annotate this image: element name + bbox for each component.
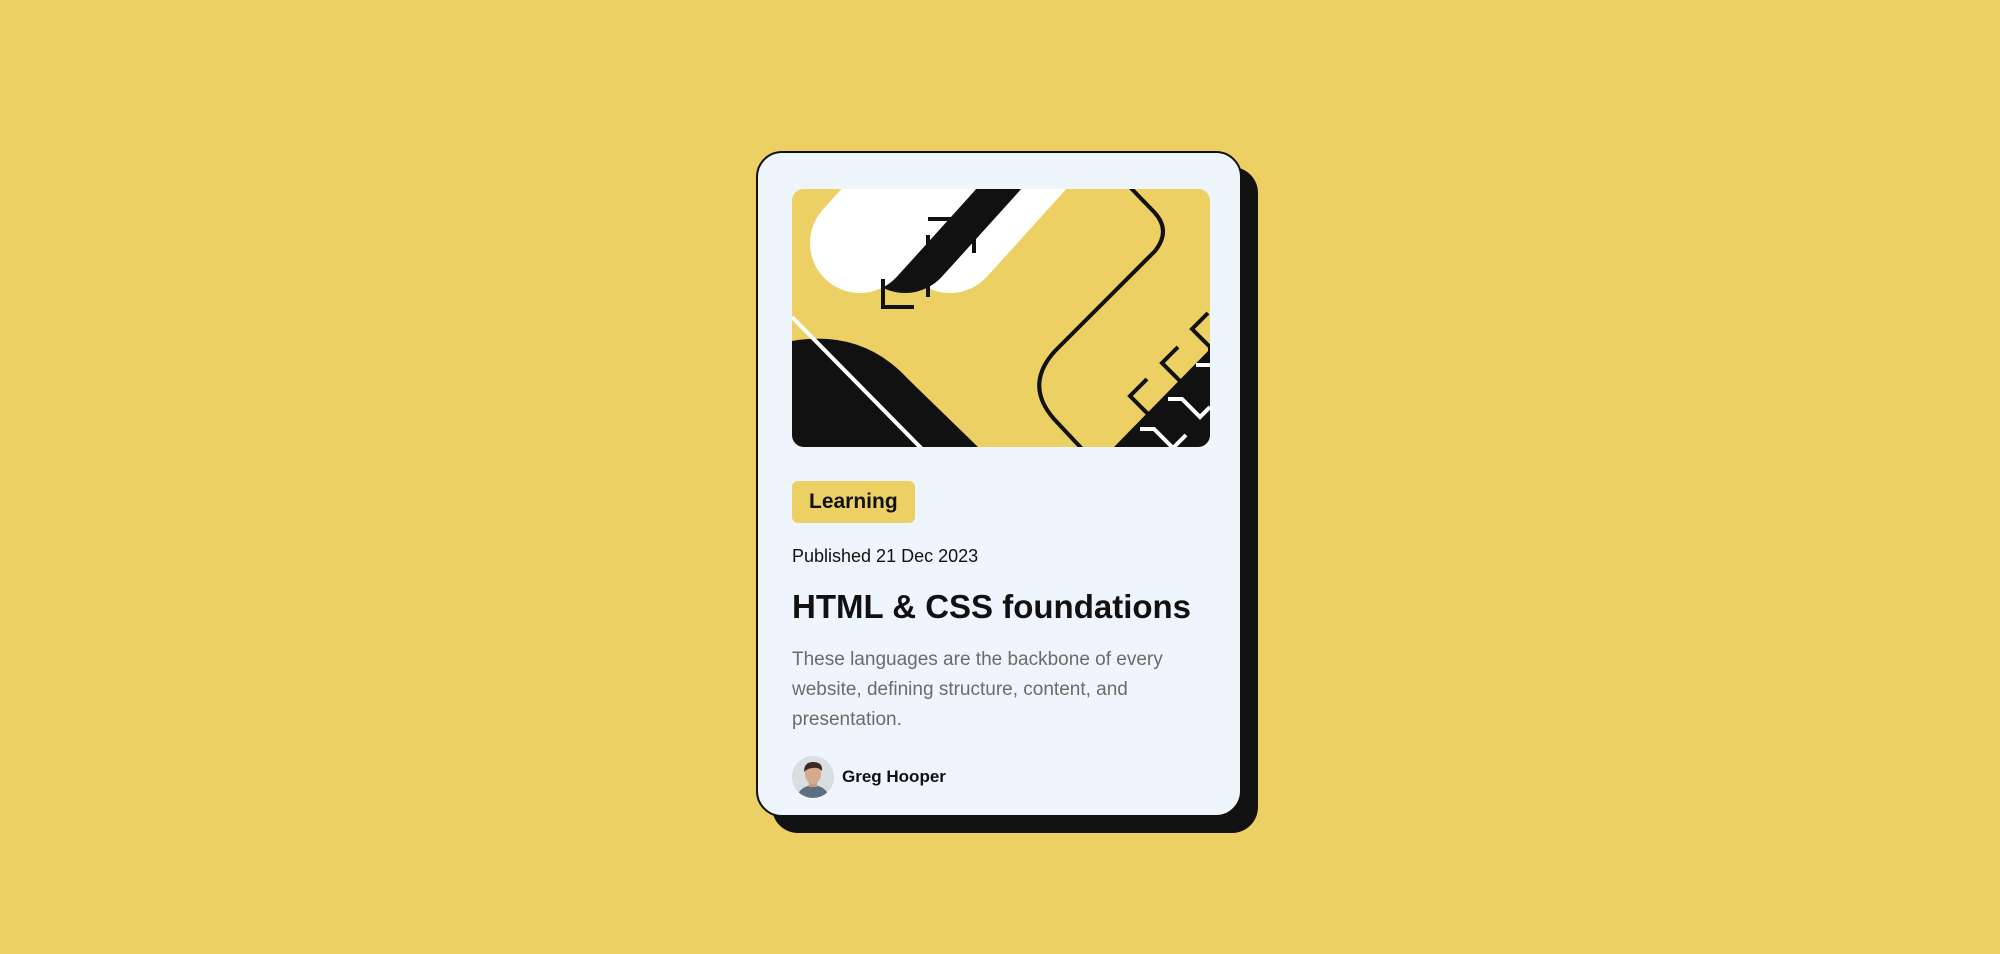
- hero-illustration: [792, 189, 1210, 447]
- category-tag: Learning: [792, 481, 915, 523]
- author: Greg Hooper: [792, 756, 946, 798]
- card-title[interactable]: HTML & CSS foundations: [792, 583, 1191, 631]
- card-description: These languages are the backbone of ever…: [792, 649, 1163, 730]
- author-name: Greg Hooper: [842, 767, 946, 786]
- blog-preview-card: Learning Published 21 Dec 2023 HTML & CS…: [756, 151, 1242, 817]
- avatar: [792, 756, 834, 798]
- published-date: Published 21 Dec 2023: [792, 546, 979, 566]
